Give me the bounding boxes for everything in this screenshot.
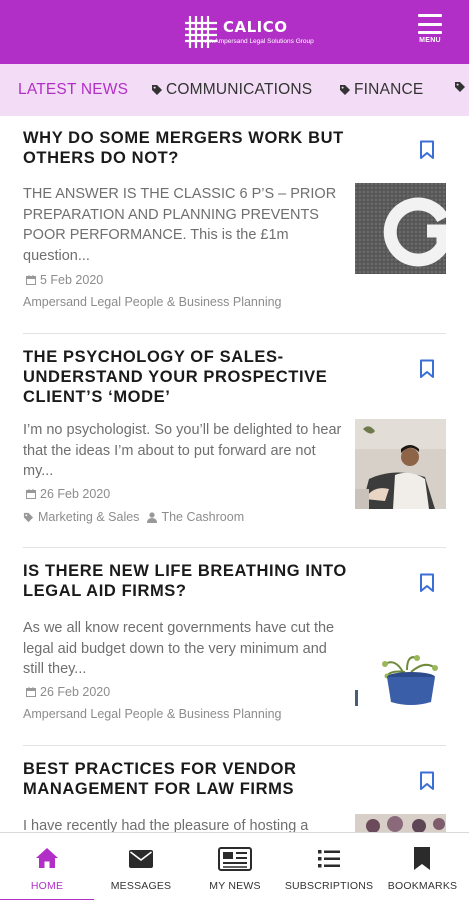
home-icon [36,848,58,868]
nav-messages[interactable]: MESSAGES [94,833,188,900]
bookmark-icon[interactable] [419,140,435,160]
tag-icon [152,85,162,95]
nav-label: MY NEWS [209,880,261,892]
article-date: 5 Feb 2020 [26,273,103,287]
menu-label: MENU [419,37,441,44]
tag-icon [340,85,350,95]
nav-subscriptions[interactable]: SUBSCRIPTIONS [282,833,376,900]
brand-name: CALICO [223,18,288,36]
envelope-icon [129,850,153,868]
article-excerpt: As we all know recent governments have c… [23,620,335,677]
tab-label: FINANCE [354,81,424,98]
thinking-man-image [355,419,446,509]
potted-plant-image [355,650,446,708]
article-meta: Marketing & Sales The Cashroom [23,510,244,524]
newspaper-icon [218,847,252,871]
bookmark-icon [414,847,430,870]
article-title[interactable]: IS THERE NEW LIFE BREATHING INTO LEGAL A… [23,561,353,601]
calendar-icon [26,687,36,697]
bookmark-icon[interactable] [419,771,435,791]
bookmark-icon[interactable] [419,573,435,593]
article-title[interactable]: WHY DO SOME MERGERS WORK BUT OTHERS DO N… [23,128,353,168]
tag-icon [455,82,465,92]
article-meta: Ampersand Legal People & Business Planni… [23,707,282,721]
nav-label: BOOKMARKS [387,880,458,892]
tab-finance[interactable]: FINANCE [339,81,423,99]
menu-button[interactable]: MENU [412,14,448,54]
app-header: CALICO An Ampersand Legal Solutions Grou… [0,0,469,64]
article-title[interactable]: BEST PRACTICES FOR VENDOR MANAGEMENT FOR… [23,759,353,799]
article-thumbnail[interactable] [355,814,446,832]
calico-logo[interactable]: CALICO An Ampersand Legal Solutions Grou… [183,14,314,52]
article-thumbnail[interactable] [355,183,446,274]
article-title[interactable]: THE PSYCHOLOGY OF SALES- UNDERSTAND YOUR… [23,347,353,407]
brand-subtitle: An Ampersand Legal Solutions Group [205,38,314,45]
list-icon [318,850,340,868]
article-thumbnail[interactable] [355,419,446,509]
flowers-image [355,814,446,832]
letter-g-image [355,183,446,274]
article-date: 26 Feb 2020 [26,685,110,699]
tab-latest-news[interactable]: LATEST NEWS [18,81,128,99]
nav-label: SUBSCRIPTIONS [284,880,374,892]
article-category[interactable]: Marketing & Sales [38,510,139,524]
tab-next-partial[interactable] [454,81,469,93]
nav-my-news[interactable]: MY NEWS [188,833,282,900]
nav-bookmarks[interactable]: BOOKMARKS [376,833,469,900]
article-excerpt: I’m no psychologist. So you’ll be deligh… [23,422,342,479]
nav-home[interactable]: HOME [0,833,94,900]
nav-label: HOME [30,880,64,892]
user-icon [147,511,158,523]
article-author: Ampersand Legal People & Business Planni… [23,295,282,309]
tab-label: COMMUNICATIONS [166,81,313,98]
article-author: The Cashroom [161,510,245,524]
divider [23,547,446,548]
tab-label: LATEST NEWS [18,81,129,98]
divider [23,745,446,746]
article-thumbnail[interactable] [355,650,446,708]
divider [23,333,446,334]
article-date: 26 Feb 2020 [26,487,110,501]
hamburger-icon [418,14,442,34]
date-text: 26 Feb 2020 [40,487,111,501]
date-text: 5 Feb 2020 [40,273,104,287]
tab-communications[interactable]: COMMUNICATIONS [151,81,312,99]
article-author: Ampersand Legal People & Business Planni… [23,707,282,721]
calendar-icon [26,489,36,499]
nav-label: MESSAGES [110,880,172,892]
article-excerpt: THE ANSWER IS THE CLASSIC 6 P’S – PRIOR … [23,186,337,264]
bottom-navigation: HOME MESSAGES MY NEWS SUBSCRIPTIONS BOOK… [0,832,469,900]
category-tabs: LATEST NEWS COMMUNICATIONS FINANCE [0,64,469,116]
date-text: 26 Feb 2020 [40,685,111,699]
tag-icon [23,512,34,522]
article-meta: Ampersand Legal People & Business Planni… [23,295,282,309]
bookmark-icon[interactable] [419,359,435,379]
calendar-icon [26,275,36,285]
